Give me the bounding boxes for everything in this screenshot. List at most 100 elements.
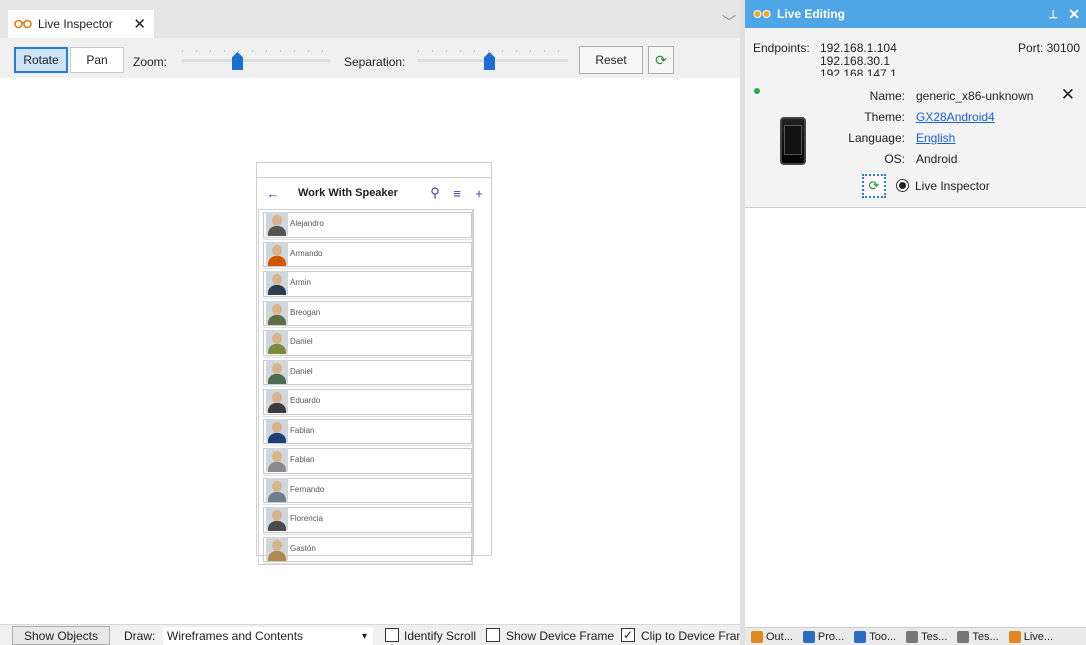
zoom-label: Zoom: xyxy=(133,55,168,69)
device-details: Endpoints: 192.168.1.104 192.168.30.1 19… xyxy=(745,28,1086,208)
speaker-name: Daniel xyxy=(290,337,313,346)
tool-tab[interactable]: Too... xyxy=(852,630,902,643)
avatar xyxy=(266,241,288,266)
port-label: Port: 30100 xyxy=(1017,41,1080,55)
list-item[interactable]: Fabian xyxy=(263,446,472,476)
tool-tab[interactable]: Live... xyxy=(1007,630,1059,643)
tool-tab[interactable]: Out... xyxy=(749,630,799,643)
list-item[interactable]: Alejandro xyxy=(263,210,472,240)
avatar xyxy=(266,389,288,413)
avatar xyxy=(266,212,288,236)
tool-tab-label: Tes... xyxy=(972,630,999,643)
list-item[interactable]: Fabian xyxy=(263,417,472,446)
close-panel-icon[interactable]: ✕ xyxy=(1068,6,1080,23)
avatar xyxy=(266,359,288,384)
speaker-name: Eduardo xyxy=(290,396,321,405)
live-inspector-radio[interactable] xyxy=(896,179,909,192)
list-item[interactable]: Eduardo xyxy=(263,387,472,417)
zoom-slider-thumb[interactable] xyxy=(232,52,243,70)
separation-slider[interactable] xyxy=(418,46,568,70)
list-item[interactable]: Fernando xyxy=(263,476,472,505)
tool-tab-label: Out... xyxy=(766,630,793,643)
list-item[interactable]: Florencia xyxy=(263,505,472,535)
show-device-frame-label: Show Device Frame xyxy=(506,629,615,643)
list-item[interactable]: Gastón xyxy=(263,535,472,564)
screen-title: Work With Speaker xyxy=(298,187,398,199)
avatar xyxy=(266,507,288,531)
avatar xyxy=(266,477,288,502)
tool-tab[interactable]: Tes... xyxy=(904,630,953,643)
list-item[interactable]: Daniel xyxy=(263,328,472,358)
tool-tab-label: Pro... xyxy=(817,630,845,643)
chevron-down-icon[interactable]: ﹀ xyxy=(722,12,736,32)
theme-link[interactable]: GX28Android4 xyxy=(916,110,995,124)
speaker-name: Breogan xyxy=(290,307,321,317)
document-tab-strip: Live Inspector ✕ ﹀ xyxy=(0,0,740,38)
filter-icon[interactable]: ≡ xyxy=(446,186,468,201)
device-name: generic_x86-unknown xyxy=(916,89,1034,103)
list-item[interactable]: Armin xyxy=(263,269,472,299)
clip-to-device-frame-checkbox[interactable]: ✓ xyxy=(621,628,635,642)
os-label: OS: xyxy=(884,152,905,166)
speaker-name: Armin xyxy=(290,278,311,287)
list-item[interactable]: Daniel xyxy=(263,358,472,387)
clip-to-device-frame-label: Clip to Device Fram xyxy=(641,629,747,643)
separation-slider-thumb[interactable] xyxy=(484,52,495,70)
speaker-name: Fabian xyxy=(290,425,315,435)
glasses-icon xyxy=(753,10,771,18)
android-phone-icon xyxy=(780,117,806,165)
avatar xyxy=(266,271,288,295)
reset-button[interactable]: Reset xyxy=(579,46,643,74)
tool-tab[interactable]: Pro... xyxy=(801,630,850,643)
tool-tab-label: Tes... xyxy=(921,630,948,643)
panel-title: Live Editing xyxy=(777,7,846,21)
endpoint-3: 192.168.147.1 xyxy=(820,67,897,76)
refresh-device-icon[interactable]: ⟳ xyxy=(862,174,886,198)
draw-mode-select[interactable]: Wireframes and Contents ▾ xyxy=(163,627,373,645)
test-list-icon xyxy=(957,630,970,643)
speaker-name: Fernando xyxy=(290,484,325,494)
output-icon xyxy=(751,630,763,643)
show-objects-button[interactable]: Show Objects xyxy=(12,626,110,645)
glasses-icon xyxy=(14,19,32,29)
tool-tab[interactable]: Tes... xyxy=(955,630,1004,643)
identify-scroll-checkbox[interactable] xyxy=(385,628,399,642)
inspector-status-bar: Show Objects Draw: Wireframes and Conten… xyxy=(0,624,746,645)
rotate-button[interactable]: Rotate xyxy=(14,47,68,73)
draw-label: Draw: xyxy=(124,629,156,643)
speaker-name: Florencia xyxy=(290,514,323,523)
list-item[interactable]: Breogan xyxy=(263,299,472,328)
close-tab-icon[interactable]: ✕ xyxy=(133,15,146,33)
show-device-frame-checkbox[interactable] xyxy=(486,628,500,642)
live-editing-panel: Live Editing ⊥ ✕ Endpoints: 192.168.1.10… xyxy=(745,0,1086,645)
app-bar: ← Work With Speaker ⚲ ≡ + xyxy=(258,177,490,209)
theme-label: Theme: xyxy=(864,110,905,124)
avatar xyxy=(266,330,288,354)
language-link[interactable]: English xyxy=(916,131,955,145)
connected-status-dot xyxy=(754,88,760,94)
live-inspector-option-label: Live Inspector xyxy=(915,179,990,193)
avatar xyxy=(266,300,288,325)
tool-tab-label: Live... xyxy=(1023,630,1054,643)
properties-icon xyxy=(802,630,815,643)
zoom-slider[interactable] xyxy=(182,46,330,70)
draw-mode-value: Wireframes and Contents xyxy=(167,629,304,643)
list-item[interactable]: Armando xyxy=(263,240,472,269)
add-icon[interactable]: + xyxy=(468,186,490,201)
speaker-name: Alejandro xyxy=(290,219,324,228)
search-icon[interactable]: ⚲ xyxy=(424,185,446,201)
speaker-name: Armando xyxy=(290,248,323,258)
tab-live-inspector[interactable]: Live Inspector ✕ xyxy=(8,10,154,38)
close-device-icon[interactable]: ✕ xyxy=(1061,85,1075,105)
speaker-name: Daniel xyxy=(290,366,313,376)
pan-button[interactable]: Pan xyxy=(70,47,124,73)
back-arrow-icon[interactable]: ← xyxy=(258,186,288,201)
speaker-name: Fabian xyxy=(290,455,315,464)
speaker-name: Gastón xyxy=(290,543,316,553)
refresh-icon[interactable]: ⟳ xyxy=(648,46,674,74)
pin-icon[interactable]: ⊥ xyxy=(1048,8,1058,21)
test-icon xyxy=(906,630,919,643)
inspector-toolbar: Rotate Pan Zoom: Separation: Reset ⟳ xyxy=(0,38,740,78)
live-editing-title-bar: Live Editing ⊥ ✕ xyxy=(745,0,1086,28)
language-label: Language: xyxy=(848,131,905,145)
